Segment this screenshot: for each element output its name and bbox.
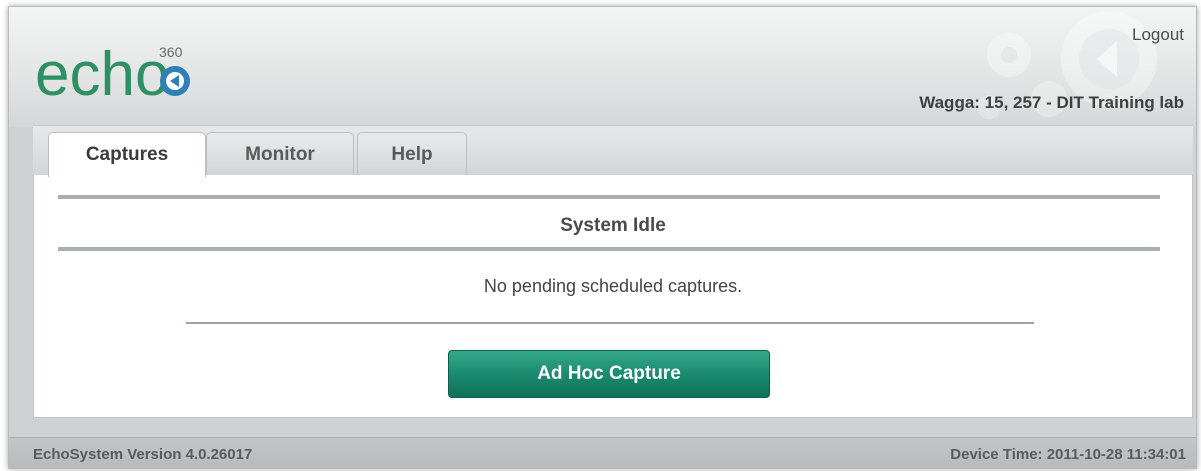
pending-captures-message: No pending scheduled captures. xyxy=(483,276,743,296)
tab-monitor[interactable]: Monitor xyxy=(206,132,354,176)
room-name: Wagga: 15, 257 - DIT Training lab xyxy=(919,93,1184,112)
system-status: System Idle xyxy=(560,215,666,236)
tab-bar: Captures Monitor Help xyxy=(33,125,1193,177)
footer: EchoSystem Version 4.0.26017 Device Time… xyxy=(9,437,1196,468)
divider-bottom xyxy=(186,322,1034,324)
header: echo 360 Logout Wagga: 15, 257 - DIT Tra… xyxy=(9,7,1196,127)
version-label: EchoSystem Version 4.0.26017 xyxy=(33,446,253,463)
tab-help[interactable]: Help xyxy=(357,132,467,176)
divider-middle xyxy=(58,247,1160,251)
echo360-logo: echo 360 xyxy=(35,40,190,107)
divider-top xyxy=(58,195,1160,199)
app-window: echo 360 Logout Wagga: 15, 257 - DIT Tra… xyxy=(8,6,1197,469)
svg-text:echo: echo xyxy=(35,40,169,107)
tab-captures[interactable]: Captures xyxy=(48,132,206,177)
svg-text:360: 360 xyxy=(159,44,183,60)
captures-panel: System Idle No pending scheduled capture… xyxy=(33,175,1193,418)
logout-link[interactable]: Logout xyxy=(1132,25,1184,45)
ad-hoc-capture-button[interactable]: Ad Hoc Capture xyxy=(448,350,770,398)
device-time: Device Time: 2011-10-28 11:34:01 xyxy=(950,446,1186,463)
